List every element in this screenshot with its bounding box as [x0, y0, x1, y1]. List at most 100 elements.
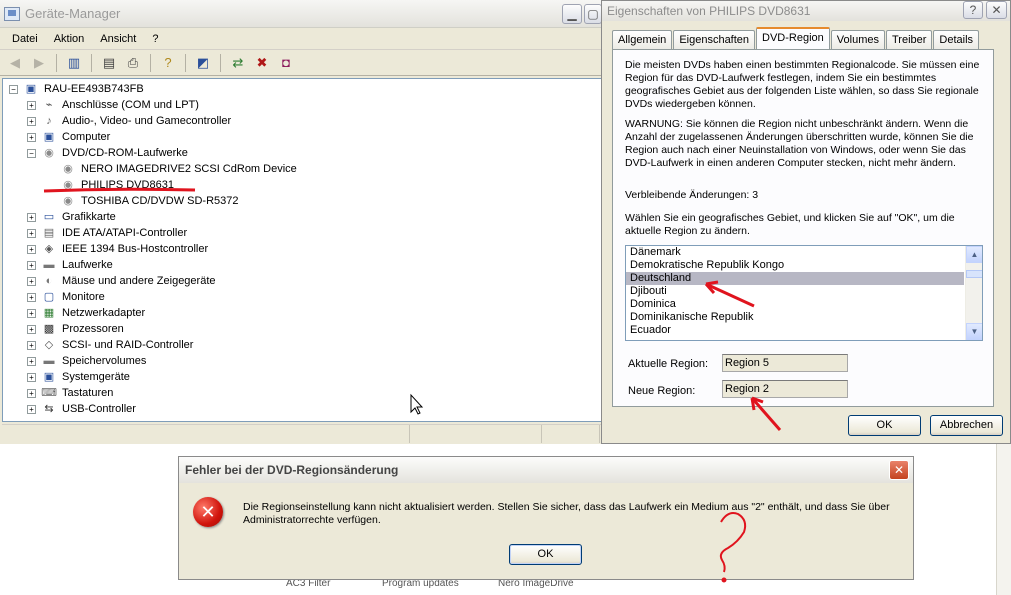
- error-close-button[interactable]: ✕: [889, 460, 909, 480]
- collapse-icon[interactable]: −: [9, 84, 18, 94]
- tree-item[interactable]: + ▬ Speichervolumes: [3, 353, 601, 369]
- country-item[interactable]: Dominikanische Republik: [626, 311, 964, 324]
- device-manager-title: Geräte-Manager: [25, 6, 121, 21]
- tree-item[interactable]: + ◈ IEEE 1394 Bus-Hostcontroller: [3, 241, 601, 257]
- console-tree-icon[interactable]: ▥: [63, 53, 85, 73]
- tree-root[interactable]: − ▣ RAU-EE493B743FB: [3, 81, 601, 97]
- maximize-button[interactable]: ▢: [584, 4, 602, 24]
- scan-hardware-icon[interactable]: ◩: [192, 53, 214, 73]
- expand-icon[interactable]: +: [27, 100, 36, 110]
- tree-item-label: Anschlüsse (COM und LPT): [62, 99, 199, 111]
- tree-item-label: Computer: [62, 131, 111, 143]
- device-manager-icon: [4, 6, 20, 21]
- expand-icon[interactable]: +: [27, 308, 36, 318]
- country-list[interactable]: Dänemark Demokratische Republik Kongo Deut…: [625, 245, 983, 341]
- cancel-button[interactable]: Abbrechen: [930, 415, 1003, 436]
- tab-eigenschaften[interactable]: Eigenschaften: [673, 30, 756, 49]
- tree-item[interactable]: + ▢ Monitore: [3, 289, 601, 305]
- tab-volumes[interactable]: Volumes: [830, 30, 885, 49]
- tree-item[interactable]: + ⌁ Anschlüsse (COM und LPT): [3, 97, 601, 113]
- disable-device-icon[interactable]: ✖: [251, 53, 273, 73]
- tree-item-label: Netzwerkadapter: [62, 307, 146, 319]
- error-titlebar[interactable]: Fehler bei der DVD-Regionsänderung ✕: [179, 457, 913, 483]
- tree-item[interactable]: + ▣ Systemgeräte: [3, 369, 601, 385]
- expand-icon[interactable]: +: [27, 276, 36, 286]
- tree-item[interactable]: + ▬ Laufwerke: [3, 257, 601, 273]
- expand-icon[interactable]: +: [27, 132, 36, 142]
- tree-item[interactable]: + ⌨ Tastaturen: [3, 385, 601, 401]
- remaining-changes: Verbleibende Änderungen: 3: [625, 189, 759, 201]
- minimize-button[interactable]: ▁: [562, 4, 582, 24]
- menu-bar: Datei Aktion Ansicht ?: [0, 28, 605, 50]
- tree-item[interactable]: + ▭ Grafikkarte: [3, 209, 601, 225]
- country-item[interactable]: Djibouti: [626, 285, 964, 298]
- country-list-scrollbar[interactable]: ▲ ▼: [965, 246, 982, 340]
- menu-help[interactable]: ?: [144, 33, 166, 45]
- tab-dvd-region[interactable]: DVD-Region: [756, 27, 830, 49]
- tab-details[interactable]: Details: [933, 30, 980, 49]
- scroll-down-icon[interactable]: ▼: [966, 323, 982, 340]
- expand-icon[interactable]: +: [27, 340, 36, 350]
- forward-arrow-icon[interactable]: ▶: [28, 53, 50, 73]
- tree-item[interactable]: + ▦ Netzwerkadapter: [3, 305, 601, 321]
- uninstall-device-icon[interactable]: ◘: [275, 53, 297, 73]
- tab-allgemein[interactable]: Allgemein: [612, 30, 673, 49]
- country-item[interactable]: Deutschland: [626, 272, 964, 285]
- country-item[interactable]: Dänemark: [626, 246, 964, 259]
- country-item[interactable]: Ecuador: [626, 324, 964, 337]
- tree-item[interactable]: + ◐ Mäuse und andere Zeigegeräte: [3, 273, 601, 289]
- device-category-icon: ▢: [43, 291, 55, 303]
- toolbar: ◀ ▶ ▥ ▤ ⎙ ? ◩ ⇄ ✖ ◘: [0, 50, 605, 76]
- expand-icon[interactable]: +: [27, 372, 36, 382]
- tree-item-label: Speichervolumes: [62, 355, 147, 367]
- expand-icon[interactable]: +: [27, 356, 36, 366]
- expand-icon[interactable]: +: [27, 324, 36, 334]
- expand-icon[interactable]: +: [27, 116, 36, 126]
- tree-item-label: Grafikkarte: [62, 211, 116, 223]
- tree-item[interactable]: + ▣ Computer: [3, 129, 601, 145]
- expand-icon[interactable]: +: [27, 212, 36, 222]
- tree-item[interactable]: + ⇆ USB-Controller: [3, 401, 601, 417]
- country-item[interactable]: Demokratische Republik Kongo: [626, 259, 964, 272]
- menu-datei[interactable]: Datei: [4, 33, 46, 45]
- help-icon[interactable]: ?: [157, 53, 179, 73]
- properties-icon[interactable]: ▤: [98, 53, 120, 73]
- back-arrow-icon[interactable]: ◀: [4, 53, 26, 73]
- tree-item[interactable]: + ▩ Prozessoren: [3, 321, 601, 337]
- expand-icon[interactable]: +: [27, 260, 36, 270]
- update-driver-icon[interactable]: ⇄: [227, 53, 249, 73]
- ok-button[interactable]: OK: [848, 415, 921, 436]
- expand-icon[interactable]: +: [27, 292, 36, 302]
- scroll-up-icon[interactable]: ▲: [966, 246, 982, 263]
- device-tree[interactable]: − ▣ RAU-EE493B743FB + ⌁ Anschlüsse (COM un…: [2, 78, 602, 422]
- scroll-thumb[interactable]: [966, 270, 982, 278]
- expand-icon[interactable]: +: [27, 404, 36, 414]
- tree-item-label: IEEE 1394 Bus-Hostcontroller: [62, 243, 209, 255]
- device-manager-window: Geräte-Manager ▁ ▢ Datei Aktion Ansicht …: [0, 0, 606, 444]
- tree-item[interactable]: + ◇ SCSI- und RAID-Controller: [3, 337, 601, 353]
- background-scrollbar[interactable]: [996, 444, 1011, 595]
- collapse-icon[interactable]: −: [27, 148, 36, 158]
- tree-item[interactable]: − ◉ DVD/CD-ROM-Laufwerke: [3, 145, 601, 161]
- tree-item[interactable]: ◉ TOSHIBA CD/DVDW SD-R5372: [3, 193, 601, 209]
- tree-item[interactable]: + ▤ IDE ATA/ATAPI-Controller: [3, 225, 601, 241]
- tree-item[interactable]: ◉ NERO IMAGEDRIVE2 SCSI CdRom Device: [3, 161, 601, 177]
- expand-icon[interactable]: +: [27, 244, 36, 254]
- tree-item[interactable]: + ♪ Audio-, Video- und Gamecontroller: [3, 113, 601, 129]
- help-button[interactable]: ?: [963, 1, 983, 19]
- properties-titlebar[interactable]: Eigenschaften von PHILIPS DVD8631 ? ✕: [602, 1, 1010, 21]
- error-ok-button[interactable]: OK: [509, 544, 582, 565]
- tree-nodes: + ⌁ Anschlüsse (COM und LPT) + ♪ Audio-, Vide…: [3, 97, 601, 417]
- close-button[interactable]: ✕: [986, 1, 1007, 19]
- tree-item-label: Mäuse und andere Zeigegeräte: [62, 275, 216, 287]
- expand-icon[interactable]: +: [27, 228, 36, 238]
- tree-item[interactable]: ◉ PHILIPS DVD8631: [3, 177, 601, 193]
- country-item[interactable]: Dominica: [626, 298, 964, 311]
- device-manager-titlebar[interactable]: Geräte-Manager ▁ ▢: [0, 0, 605, 28]
- print-icon[interactable]: ⎙: [122, 53, 144, 73]
- menu-ansicht[interactable]: Ansicht: [92, 33, 144, 45]
- expand-icon[interactable]: +: [27, 388, 36, 398]
- menu-aktion[interactable]: Aktion: [46, 33, 93, 45]
- tab-treiber[interactable]: Treiber: [885, 30, 933, 49]
- current-region-label: Aktuelle Region:: [628, 358, 709, 370]
